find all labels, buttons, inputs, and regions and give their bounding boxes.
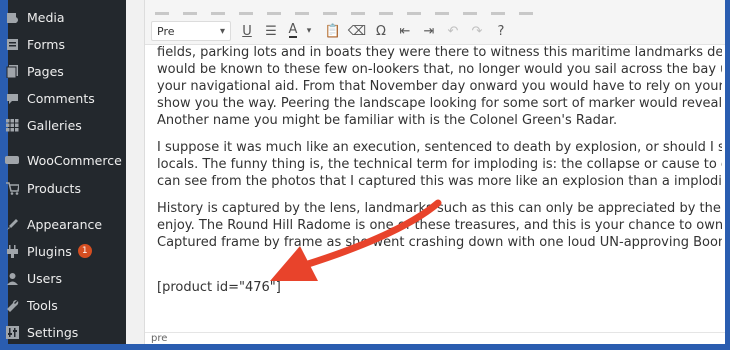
plugins-icon: [5, 244, 19, 258]
special-character-button[interactable]: Ω: [371, 21, 391, 41]
sidebar-item-label: Tools: [27, 297, 58, 313]
text-line: show you the way. Peering the landscape …: [157, 96, 722, 111]
outdent-icon: ⇤: [399, 23, 411, 39]
sidebar-item-media[interactable]: Media: [5, 5, 126, 29]
text-line: fields, parking lots and in boats they w…: [157, 45, 722, 60]
sidebar-item-settings[interactable]: Settings: [5, 320, 126, 344]
sidebar-item-appearance[interactable]: Appearance: [5, 212, 126, 236]
sidebar-item-comments[interactable]: Comments: [5, 86, 126, 110]
omega-icon: Ω: [376, 23, 386, 39]
text-color-dropdown[interactable]: ▾: [299, 21, 319, 41]
format-select[interactable]: Pre ▾: [151, 21, 231, 41]
editor-content[interactable]: fields, parking lots and in boats they w…: [157, 44, 722, 334]
appearance-icon: [5, 217, 19, 231]
outdent-button[interactable]: ⇤: [395, 21, 415, 41]
products-icon: [5, 181, 19, 195]
indent-button[interactable]: ⇥: [419, 21, 439, 41]
galleries-icon: [5, 118, 19, 132]
eraser-icon: ⌫: [347, 23, 367, 39]
sidebar-item-plugins[interactable]: Plugins 1: [5, 239, 126, 263]
paragraph-1: fields, parking lots and in boats they w…: [157, 44, 722, 129]
element-path: pre: [151, 333, 168, 344]
chevron-down-icon: ▾: [219, 26, 225, 37]
redo-button[interactable]: ↷: [467, 21, 487, 41]
sidebar-item-label: Pages: [27, 63, 64, 79]
product-shortcode: [product id="476"]: [157, 280, 281, 295]
woocommerce-icon: [5, 153, 19, 167]
editor-toolbar: Pre ▾ U ☰ A ▾ 📋 ⌫ Ω ⇤ ⇥ ↶ ↷ ?: [145, 0, 725, 45]
undo-icon: ↶: [447, 23, 459, 39]
help-icon: ?: [497, 23, 505, 39]
redo-icon: ↷: [471, 23, 483, 39]
sidebar-item-label: Galleries: [27, 117, 82, 133]
underline-icon: U: [242, 23, 252, 39]
undo-button[interactable]: ↶: [443, 21, 463, 41]
indent-icon: ⇥: [423, 23, 435, 39]
pages-icon: [5, 64, 19, 78]
sidebar-item-pages[interactable]: Pages: [5, 59, 126, 83]
paragraph-3: History is captured by the lens, landmar…: [157, 200, 722, 251]
text-line: locals. The funny thing is, the technica…: [157, 157, 722, 172]
sidebar-item-label: Plugins: [27, 243, 72, 259]
frame-bottom: [0, 344, 730, 350]
align-justify-button[interactable]: ☰: [261, 21, 281, 41]
sidebar-item-users[interactable]: Users: [5, 266, 126, 290]
sidebar-item-tools[interactable]: Tools: [5, 293, 126, 317]
text-line: can see from the photos that I captured …: [157, 174, 722, 189]
tinymce-editor: Pre ▾ U ☰ A ▾ 📋 ⌫ Ω ⇤ ⇥ ↶ ↷ ? fields, pa…: [144, 0, 725, 344]
align-justify-icon: ☰: [265, 23, 277, 39]
tools-icon: [5, 298, 19, 312]
text-line: Captured frame by frame as she went cras…: [157, 235, 722, 250]
sidebar-item-products[interactable]: Products: [5, 176, 126, 200]
text-line: would be known to these few on-lookers t…: [157, 62, 722, 77]
sidebar-item-label: Products: [27, 180, 81, 196]
comments-icon: [5, 91, 19, 105]
sidebar-item-label: Comments: [27, 90, 95, 106]
clipboard-icon: 📋: [324, 23, 342, 39]
sidebar-item-label: Media: [27, 9, 65, 25]
sidebar-item-label: Appearance: [27, 216, 103, 232]
sidebar-item-label: Users: [27, 270, 63, 286]
toolbar-row-top-partial: [155, 0, 715, 15]
sidebar-item-label: WooCommerce: [27, 152, 122, 168]
format-select-value: Pre: [157, 24, 175, 38]
clear-formatting-button[interactable]: ⌫: [347, 21, 367, 41]
text-line: Another name you might be familiar with …: [157, 113, 618, 128]
help-button[interactable]: ?: [491, 21, 511, 41]
users-icon: [5, 271, 19, 285]
text-line: History is captured by the lens, landmar…: [157, 201, 722, 216]
media-icon: [5, 10, 19, 24]
plugins-update-badge: 1: [77, 244, 92, 258]
sidebar-item-label: Settings: [27, 324, 79, 340]
editor-status-bar: pre: [145, 332, 725, 344]
text-line: I suppose it was much like an execution,…: [157, 140, 722, 155]
text-line: enjoy. The Round Hill Radome is one of t…: [157, 218, 722, 233]
forms-icon: [5, 37, 19, 51]
sidebar-item-label: Forms: [27, 36, 66, 52]
underline-button[interactable]: U: [237, 21, 257, 41]
paste-text-button[interactable]: 📋: [323, 21, 343, 41]
text-color-icon: A: [288, 22, 298, 38]
settings-icon: [5, 325, 19, 339]
sidebar-item-woocommerce[interactable]: WooCommerce: [5, 148, 126, 172]
paragraph-2: I suppose it was much like an execution,…: [157, 139, 722, 190]
text-line: your navigational aid. From that Novembe…: [157, 79, 722, 94]
sidebar-item-galleries[interactable]: Galleries: [5, 113, 126, 137]
sidebar-item-forms[interactable]: Forms: [5, 32, 126, 56]
editor-area: Pre ▾ U ☰ A ▾ 📋 ⌫ Ω ⇤ ⇥ ↶ ↷ ? fields, pa…: [126, 0, 725, 344]
admin-sidebar: Media Forms Pages Comments Galleries Woo…: [5, 0, 126, 344]
chevron-down-icon: ▾: [306, 26, 312, 36]
